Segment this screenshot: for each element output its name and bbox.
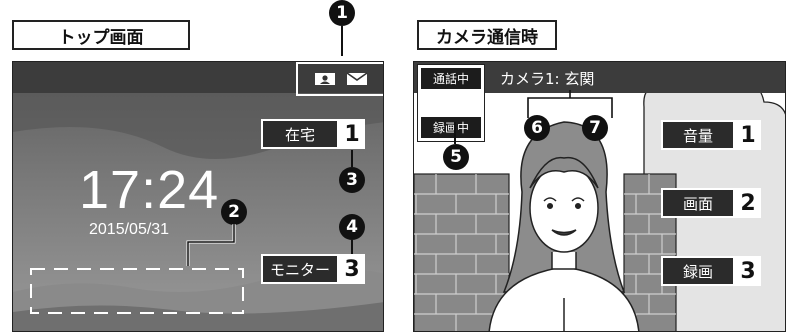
- button-record-number: 3: [735, 256, 761, 286]
- status-recording: 録画中: [421, 117, 481, 138]
- button-record-label: 録画: [661, 256, 735, 286]
- contact-card-icon[interactable]: [314, 72, 336, 86]
- clock-date: 2015/05/31: [89, 221, 170, 238]
- marker-5: 5: [443, 144, 469, 170]
- marker-7: 7: [582, 115, 608, 141]
- button-record[interactable]: 録画 3: [661, 256, 761, 286]
- marker-1-leader: [341, 26, 343, 56]
- marker-3-leader: [351, 150, 353, 167]
- button-monitor-label: モニター: [261, 254, 339, 284]
- clock-time: 17:24: [79, 160, 220, 220]
- button-screen-label: 画面: [661, 188, 735, 218]
- home-screen: 17:24 2015/05/31: [12, 61, 384, 332]
- button-volume[interactable]: 音量 1: [661, 120, 761, 150]
- marker-6: 6: [524, 115, 550, 141]
- marker-1: 1: [329, 0, 355, 26]
- marker-4: 4: [339, 214, 365, 240]
- right-panel-title-text: カメラ通信時: [436, 27, 538, 48]
- button-at-home-number: 1: [339, 119, 365, 149]
- right-panel-title: カメラ通信時: [417, 20, 557, 50]
- call-status-box: 通話中 録画中: [417, 64, 485, 142]
- left-panel-title: トップ画面: [12, 20, 190, 50]
- button-at-home-label: 在宅: [261, 119, 339, 149]
- mail-icon[interactable]: [346, 72, 368, 86]
- button-volume-label: 音量: [661, 120, 735, 150]
- status-talking: 通話中: [421, 68, 481, 89]
- marker-2-leader: [186, 224, 236, 266]
- button-at-home[interactable]: 在宅 1: [261, 119, 365, 149]
- left-panel-title-text: トップ画面: [58, 27, 144, 48]
- marker-5-leader: [454, 122, 456, 144]
- topbar-icons: [296, 62, 383, 96]
- button-monitor-number: 3: [339, 254, 365, 284]
- marker-4-leader: [351, 240, 353, 254]
- camera-label: カメラ1: 玄関: [500, 70, 595, 88]
- button-screen-number: 2: [735, 188, 761, 218]
- button-screen[interactable]: 画面 2: [661, 188, 761, 218]
- message-area-dashed: [30, 268, 244, 314]
- marker-3: 3: [339, 167, 365, 193]
- button-monitor[interactable]: モニター 3: [261, 254, 365, 284]
- button-volume-number: 1: [735, 120, 761, 150]
